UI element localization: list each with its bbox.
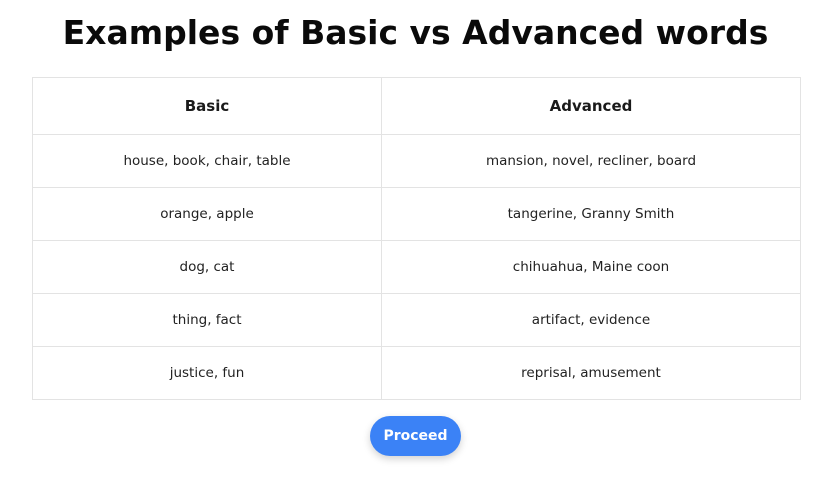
proceed-button[interactable]: Proceed [370, 416, 461, 456]
basic-cell: thing, fact [32, 293, 382, 347]
table-row: orange, apple tangerine, Granny Smith [32, 187, 801, 241]
advanced-cell: artifact, evidence [381, 293, 801, 347]
column-header-basic: Basic [32, 77, 382, 135]
page: Examples of Basic vs Advanced words Basi… [0, 0, 831, 480]
advanced-cell: tangerine, Granny Smith [381, 187, 801, 241]
advanced-cell: mansion, novel, recliner, board [381, 134, 801, 188]
words-table: Basic Advanced house, book, chair, table… [32, 77, 801, 400]
table-row: house, book, chair, table mansion, novel… [32, 134, 801, 188]
table-row: justice, fun reprisal, amusement [32, 346, 801, 400]
basic-cell: justice, fun [32, 346, 382, 400]
basic-cell: dog, cat [32, 240, 382, 294]
table-row: dog, cat chihuahua, Maine coon [32, 240, 801, 294]
table-row: thing, fact artifact, evidence [32, 293, 801, 347]
table-header-row: Basic Advanced [32, 77, 801, 135]
page-title: Examples of Basic vs Advanced words [62, 13, 769, 52]
basic-cell: orange, apple [32, 187, 382, 241]
basic-cell: house, book, chair, table [32, 134, 382, 188]
advanced-cell: reprisal, amusement [381, 346, 801, 400]
column-header-advanced: Advanced [381, 77, 801, 135]
advanced-cell: chihuahua, Maine coon [381, 240, 801, 294]
